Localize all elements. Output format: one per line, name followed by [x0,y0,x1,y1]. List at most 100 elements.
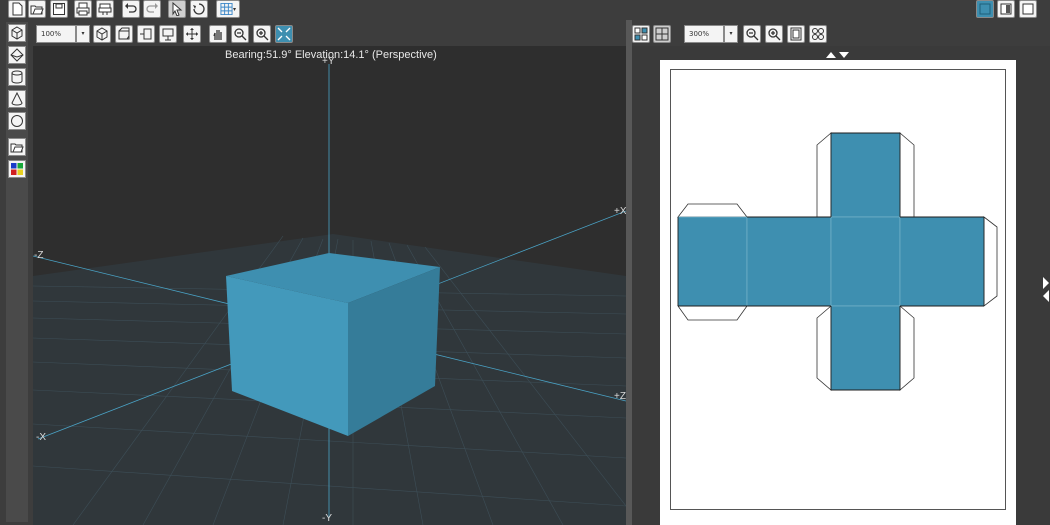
view-split-icon [1000,3,1012,15]
view-3d-only-icon [979,3,991,15]
zoom-in-icon [256,28,269,41]
cube-net[interactable] [660,60,1016,525]
main-toolbar: ▾ [0,0,1050,20]
print-button[interactable] [74,0,92,18]
pan-move-button[interactable] [183,25,201,43]
view-side-icon [140,28,152,40]
axis-label-plus-x: +X [614,206,627,217]
select-arrow-icon [172,2,183,16]
new-file-icon [12,2,23,16]
net-face-left-outer [677,216,748,307]
chevron-down-icon: ▾ [232,5,236,13]
primitive-toolbar [6,22,28,522]
viewport-zoom-dropdown[interactable]: ▾ [76,25,90,43]
unfold-zoom-in-button[interactable] [765,25,783,43]
viewport-zoom-field[interactable]: 100% [36,25,76,43]
move-arrows-icon [186,28,198,40]
save-button[interactable] [50,0,68,18]
hand-icon [213,30,222,40]
view-2d-only-icon [1022,3,1034,15]
axis-label-plus-z: +Z [614,391,626,402]
prism-primitive-button[interactable] [8,46,26,64]
net-face-center [830,216,901,307]
view-3d-only-button[interactable] [976,0,994,18]
cube-icon [11,26,23,40]
print-icon [76,2,90,16]
arrange-parts-icon [634,27,648,41]
select-tool-button[interactable] [168,0,186,18]
cube-primitive-button[interactable] [8,24,26,42]
zoom-out-icon [234,28,247,41]
grid-dropdown-button[interactable]: ▾ [216,0,240,18]
save-icon [53,3,65,15]
prism-icon [10,48,24,62]
axis-label-minus-y: -Y [322,513,332,524]
pan-hand-button[interactable] [209,25,227,43]
redo-icon [146,3,158,13]
view-bottom-button[interactable] [159,25,177,43]
cylinder-icon [11,70,23,84]
undo-button[interactable] [122,0,140,18]
page-scroll-up-arrows[interactable] [824,50,854,59]
unfold-grid-icon [655,27,669,41]
cone-icon [11,92,23,106]
fit-view-icon [277,27,291,41]
unfold-grid-button[interactable] [653,25,671,43]
zoom-in-icon [768,28,781,41]
zoom-out-icon [746,28,759,41]
cylinder-primitive-button[interactable] [8,68,26,86]
fit-page-button[interactable] [787,25,805,43]
redo-button[interactable] [143,0,161,18]
3d-viewport[interactable] [33,46,626,525]
zoom-in-button[interactable] [253,25,271,43]
page-side-arrows[interactable] [1038,273,1050,313]
view-cube-icon [96,27,108,41]
arrow-right-icon [1043,277,1049,289]
folder-open-icon [10,143,24,153]
grid-icon [220,2,233,16]
page-side-scroll[interactable] [1038,46,1050,525]
zoom-out-button[interactable] [231,25,249,43]
axis-label-minus-x: -X [36,432,46,443]
view-front-button[interactable] [93,25,111,43]
arrow-down-icon [839,52,849,58]
axis-label-minus-z: -Z [34,250,44,261]
view-2d-only-button[interactable] [1019,0,1037,18]
rotate-icon [193,3,205,15]
arrange-parts-button[interactable] [632,25,650,43]
view-bottom-icon [162,28,174,41]
view-top-icon [118,27,130,40]
net-face-bottom [830,305,901,391]
undo-icon [125,3,137,13]
print-settings-button[interactable] [96,0,114,18]
fit-view-button[interactable] [275,25,293,43]
open-file-button[interactable] [28,0,46,18]
sphere-primitive-button[interactable] [8,112,26,130]
arrow-left-icon [1043,290,1049,302]
open-file-icon [30,5,44,15]
rotate-tool-button[interactable] [190,0,208,18]
net-face-top [830,132,901,218]
unfold-zoom-field[interactable]: 300% [684,25,724,43]
view-top-button[interactable] [115,25,133,43]
axis-label-plus-y: +Y [322,56,335,67]
print-page [660,60,1016,525]
net-face-right [899,216,985,307]
print-settings-icon [98,3,112,15]
color-palette-button[interactable] [8,160,26,178]
color-palette-icon [11,163,23,175]
unfold-zoom-dropdown[interactable]: ▾ [724,25,738,43]
open-model-button[interactable] [8,138,26,156]
page-icon [790,27,802,41]
gear-icon [812,28,824,40]
sphere-icon [11,115,23,127]
3d-scene [33,64,626,525]
cone-primitive-button[interactable] [8,90,26,108]
arrow-up-icon [826,52,836,58]
net-face-left [746,216,832,307]
settings-button[interactable] [809,25,827,43]
unfold-zoom-out-button[interactable] [743,25,761,43]
new-file-button[interactable] [8,0,26,18]
view-split-button[interactable] [997,0,1015,18]
view-side-button[interactable] [137,25,155,43]
